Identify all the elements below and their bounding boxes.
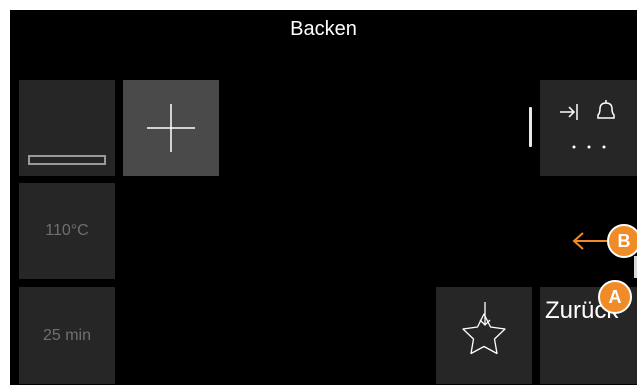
heating-mode-tile[interactable] [19,80,115,176]
annotation-badge-b: B [607,224,637,258]
add-button[interactable] [123,80,219,176]
timer-bell-more-icons [560,100,615,149]
more-icon [572,145,606,149]
temperature-tile[interactable]: 110°C [19,183,115,279]
favorite-button[interactable] [436,287,532,384]
scroll-indicator [529,107,532,147]
duration-tile[interactable]: 25 min [19,287,115,384]
bell-icon [597,100,615,119]
timer-bell-more-button[interactable] [540,80,637,176]
oven-display: Backen 110°C 25 min Zurück B A [10,10,637,385]
annotation-badge-a: A [598,280,632,314]
temperature-value: 110°C [45,222,89,239]
page-title: Backen [290,18,357,40]
plus-icon [147,104,195,152]
duration-value: 25 min [42,326,92,344]
timer-icon [560,104,578,120]
star-download-icon [462,302,506,355]
heating-element-icon [28,155,106,165]
